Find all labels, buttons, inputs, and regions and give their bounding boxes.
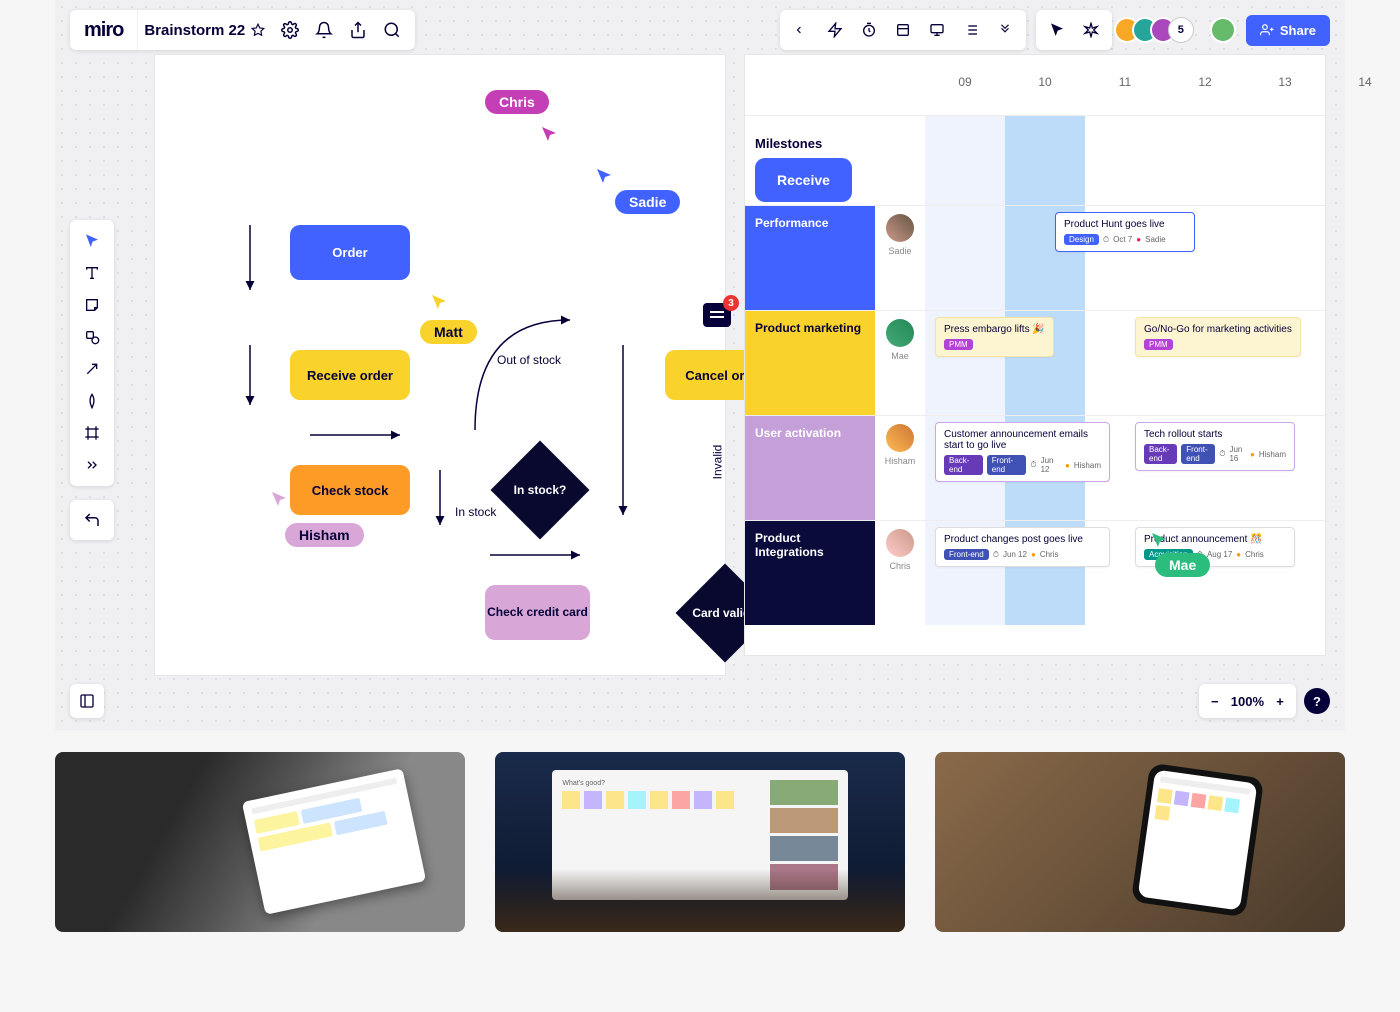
zoom-control: − 100% +: [1199, 684, 1296, 718]
row-label: Product Integrations: [745, 521, 875, 625]
top-right-toolbar: 5 Share: [780, 10, 1330, 50]
gallery-image-screen: What's good?: [495, 752, 905, 932]
avatar: [886, 319, 914, 347]
frame-tool[interactable]: [77, 418, 107, 448]
share-button[interactable]: Share: [1246, 15, 1330, 46]
cursor-sadie: Sadie: [615, 190, 680, 214]
settings-icon[interactable]: [275, 15, 305, 45]
current-user-avatar[interactable]: [1210, 17, 1236, 43]
day: 14: [1325, 75, 1400, 89]
card-tech[interactable]: Tech rollout starts Back-endFront-end⏱Ju…: [1135, 422, 1295, 471]
day: 13: [1245, 75, 1325, 89]
cursor-hisham: Hisham: [285, 523, 364, 547]
miro-canvas[interactable]: miro Brainstorm 22 5: [55, 0, 1345, 730]
card-product-hunt[interactable]: Product Hunt goes live Design⏱Oct 7●Sadi…: [1055, 212, 1195, 252]
label-out-of-stock: Out of stock: [497, 353, 561, 367]
label-in-stock: In stock: [455, 505, 496, 519]
comment-thread[interactable]: 3: [703, 303, 731, 327]
day: 12: [1165, 75, 1245, 89]
left-toolbar: [70, 220, 114, 486]
day: 09: [925, 75, 1005, 89]
timeline-row: Product Integrations Chris Product chang…: [745, 520, 1325, 625]
timer-icon[interactable]: [854, 15, 884, 45]
board-name[interactable]: Brainstorm 22: [137, 10, 271, 50]
row-label: User activation: [745, 416, 875, 520]
cursor-hisham-icon: [270, 490, 290, 510]
bell-icon[interactable]: [309, 15, 339, 45]
arrow-tool[interactable]: [77, 354, 107, 384]
more-icon[interactable]: [990, 15, 1020, 45]
label-invalid: Invalid: [710, 445, 724, 480]
card-gonogo[interactable]: Go/No-Go for marketing activities PMM: [1135, 317, 1301, 357]
text-tool[interactable]: [77, 258, 107, 288]
bottom-right-controls: − 100% + ?: [1199, 684, 1330, 718]
comment-count: 3: [723, 295, 739, 311]
timeline-row: Performance Sadie Product Hunt goes live…: [745, 205, 1325, 310]
cursor-matt: Matt: [420, 320, 477, 344]
gallery-image-phone: [935, 752, 1345, 932]
image-gallery: What's good?: [0, 730, 1400, 932]
timeline-row-milestones: Milestones Receive: [745, 115, 1325, 205]
cursor-panel: [1036, 10, 1112, 50]
gallery-image-tablet: [55, 752, 465, 932]
flow-edges: [155, 55, 725, 675]
cursor-sadie-icon: [595, 167, 615, 187]
zoom-in[interactable]: +: [1268, 686, 1292, 716]
cursor-matt-icon: [430, 293, 450, 313]
sticky-tool[interactable]: [77, 290, 107, 320]
node-check-cc[interactable]: Check credit card: [485, 585, 590, 640]
pen-tool[interactable]: [77, 386, 107, 416]
avatar: [886, 529, 914, 557]
cursor-chris-icon: [540, 125, 560, 145]
export-icon[interactable]: [343, 15, 373, 45]
minimap-icon[interactable]: [70, 684, 104, 718]
flowchart-frame[interactable]: Order Receive order Check stock Cancel o…: [155, 55, 725, 675]
share-label: Share: [1280, 23, 1316, 38]
present-icon[interactable]: [922, 15, 952, 45]
collaborators[interactable]: 5: [1122, 17, 1194, 43]
top-left-toolbar: miro Brainstorm 22: [70, 10, 415, 50]
reactions-icon[interactable]: [1076, 15, 1106, 45]
collapse-icon[interactable]: [786, 15, 816, 45]
more-tools[interactable]: [77, 450, 107, 480]
star-icon[interactable]: [251, 23, 265, 37]
bolt-icon[interactable]: [820, 15, 850, 45]
zoom-out[interactable]: −: [1203, 686, 1227, 716]
day: 11: [1085, 75, 1165, 89]
card-customer[interactable]: Customer announcement emails start to go…: [935, 422, 1110, 482]
cursor-chris: Chris: [485, 90, 549, 114]
select-tool[interactable]: [77, 226, 107, 256]
timeline-row: User activation Hisham Customer announce…: [745, 415, 1325, 520]
row-label: Performance: [745, 206, 875, 310]
shape-tool[interactable]: [77, 322, 107, 352]
timeline-body: Milestones Receive Performance Sadie Pro…: [745, 115, 1325, 655]
node-check-stock[interactable]: Check stock: [290, 465, 410, 515]
note-icon[interactable]: [888, 15, 918, 45]
undo-button[interactable]: [70, 500, 114, 540]
node-order[interactable]: Order: [290, 225, 410, 280]
cursor-mae-icon: [1150, 531, 1170, 551]
app-panel: [780, 10, 1026, 50]
comments-icon[interactable]: [956, 15, 986, 45]
card-embargo[interactable]: Press embargo lifts 🎉 PMM: [935, 317, 1054, 357]
milestone-receive[interactable]: Receive: [755, 158, 852, 202]
search-icon[interactable]: [377, 15, 407, 45]
timeline-frame[interactable]: 09 10 11 12 13 14 Milestones Receive Per…: [745, 55, 1325, 655]
node-receive[interactable]: Receive order: [290, 350, 410, 400]
avatar-count[interactable]: 5: [1168, 17, 1194, 43]
zoom-level[interactable]: 100%: [1231, 694, 1264, 709]
help-button[interactable]: ?: [1304, 688, 1330, 714]
avatar: [886, 424, 914, 452]
node-in-stock[interactable]: In stock?: [491, 441, 590, 540]
cursor-mae: Mae: [1155, 553, 1210, 577]
timeline-header: 09 10 11 12 13 14: [925, 75, 1325, 89]
avatar: [886, 214, 914, 242]
day: 10: [1005, 75, 1085, 89]
card-changes[interactable]: Product changes post goes live Front-end…: [935, 527, 1110, 567]
pointer-icon[interactable]: [1042, 15, 1072, 45]
board-title: Brainstorm 22: [144, 22, 245, 39]
row-label: Product marketing: [745, 311, 875, 415]
timeline-row: Product marketing Mae Press embargo lift…: [745, 310, 1325, 415]
miro-logo[interactable]: miro: [78, 19, 129, 42]
